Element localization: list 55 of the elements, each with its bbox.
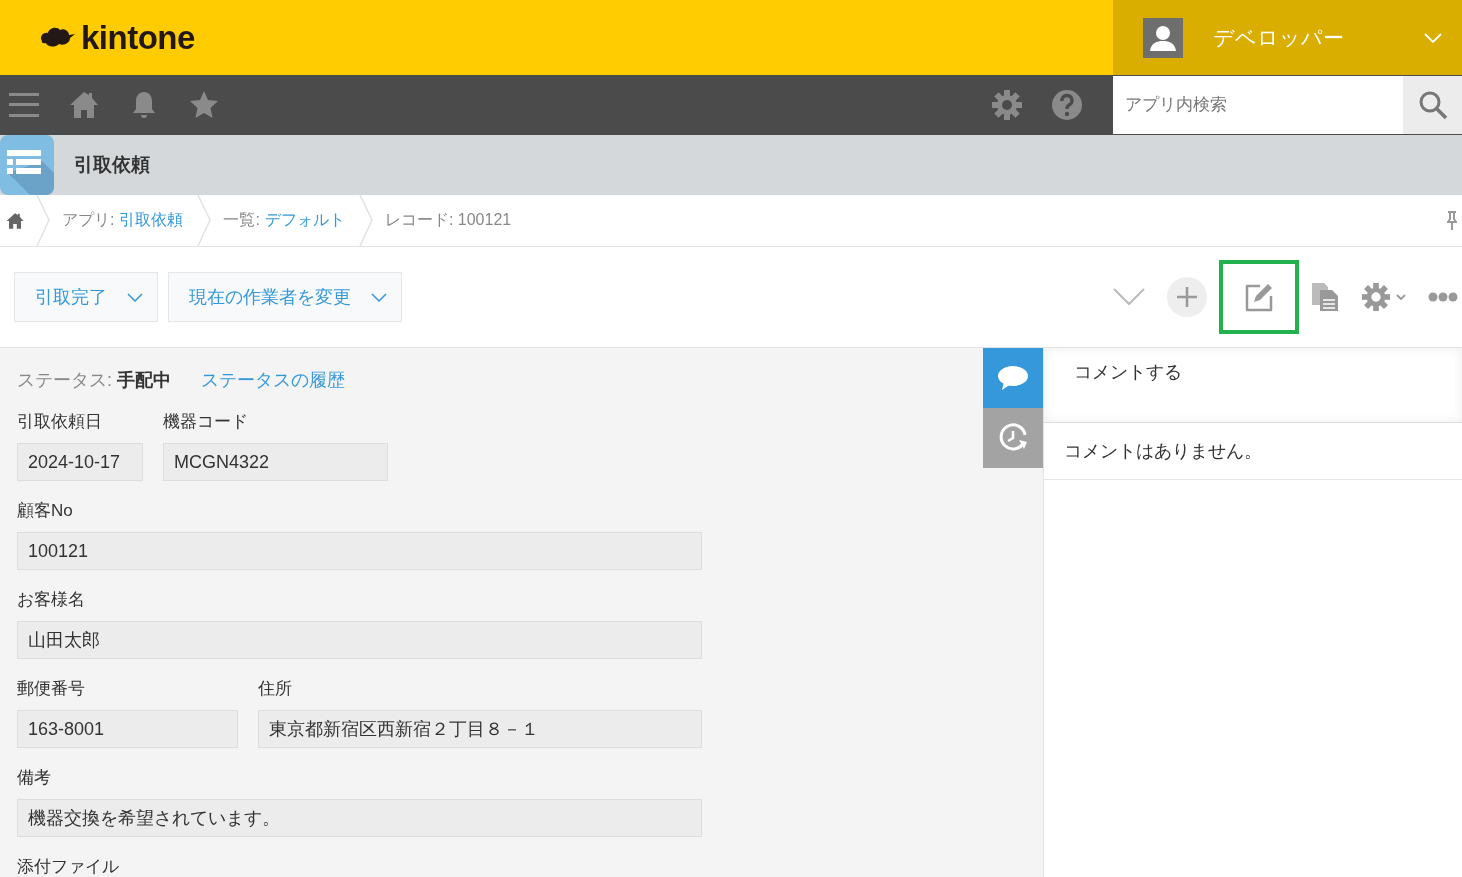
chevron-down-icon (1424, 32, 1442, 43)
plus-icon (1176, 286, 1198, 308)
avatar-icon (1143, 17, 1183, 58)
field-label: 備考 (17, 767, 52, 789)
field-label: 引取依頼日 (17, 411, 103, 433)
chevron-down-icon (371, 292, 387, 302)
field-label: 顧客No (17, 500, 74, 522)
star-icon[interactable] (189, 90, 219, 120)
chevron-down-icon[interactable] (1113, 288, 1145, 306)
field-label: 添付ファイル (17, 856, 119, 877)
field-label: 住所 (258, 678, 293, 700)
breadcrumb-item[interactable]: アプリ: 引取依頼 (62, 210, 184, 231)
breadcrumb-item: レコード: 100121 (384, 210, 512, 230)
menu-icon[interactable] (9, 90, 39, 120)
field-value: 163-8001 (17, 710, 238, 748)
field-label: 機器コード (163, 411, 249, 433)
more-icon[interactable] (1428, 292, 1458, 302)
field-value: 山田太郎 (17, 621, 702, 659)
comments-tab[interactable] (983, 348, 1043, 408)
pin-icon[interactable] (1447, 210, 1457, 231)
settings-icon[interactable] (991, 89, 1023, 121)
status-action-button[interactable]: 現在の作業者を変更 (168, 272, 402, 322)
settings-menu[interactable] (1361, 282, 1406, 312)
history-tab[interactable] (983, 408, 1043, 468)
edit-button[interactable] (1219, 260, 1299, 334)
home-icon[interactable] (69, 90, 99, 120)
field-value: 100121 (17, 532, 702, 570)
field-value: MCGN4322 (163, 443, 388, 481)
comment-input[interactable]: コメントする (1044, 348, 1462, 423)
field-value: 2024-10-17 (17, 443, 143, 481)
search-field[interactable]: アプリ内検索 (1113, 76, 1403, 134)
field-value: 東京都新宿区西新宿２丁目８－１ (258, 710, 702, 748)
field-value: 機器交換を希望されています。 (17, 799, 702, 837)
status-history-link[interactable]: ステータスの履歴 (201, 368, 345, 392)
breadcrumb-item[interactable]: 一覧: デフォルト (223, 210, 345, 231)
document-copy-icon[interactable] (1311, 282, 1339, 312)
app-title: 引取依頼 (74, 153, 150, 177)
app-list-icon (0, 135, 54, 195)
empty-comments-text: コメントはありません。 (1044, 423, 1462, 480)
add-button[interactable] (1167, 277, 1207, 317)
search-icon (1417, 90, 1448, 120)
home-icon[interactable] (6, 211, 24, 230)
speech-bubble-icon (997, 365, 1029, 391)
settings-icon (1361, 282, 1391, 312)
user-menu[interactable]: デベロッパー (1113, 0, 1462, 75)
status-action-button[interactable]: 引取完了 (14, 272, 158, 322)
edit-icon (1244, 282, 1274, 312)
field-label: 郵便番号 (17, 678, 86, 700)
status-text: ステータス: 手配中 (17, 369, 171, 392)
help-icon[interactable] (1051, 89, 1083, 121)
field-label: お客様名 (17, 589, 86, 611)
logo-text: kintone (81, 18, 195, 57)
caret-icon (1396, 293, 1406, 301)
chevron-down-icon (127, 292, 143, 302)
search-button[interactable] (1403, 76, 1462, 134)
